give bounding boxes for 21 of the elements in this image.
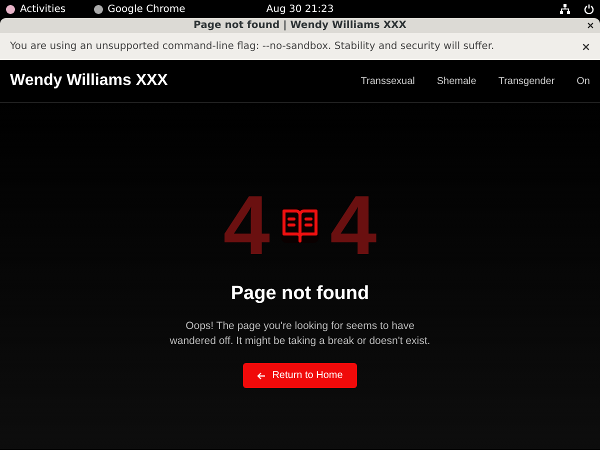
arrow-left-icon: [257, 372, 266, 380]
site-brand[interactable]: Wendy Williams XXX: [10, 72, 168, 90]
nav-link[interactable]: Shemale: [436, 76, 476, 86]
nav-link[interactable]: On: [576, 76, 590, 86]
error-heading: Page not found: [230, 283, 370, 305]
clock[interactable]: Aug 30 21:23: [266, 4, 334, 14]
infobar-message: You are using an unsupported command-line flag: --no-sandbox. Stability and security will suffer.: [10, 41, 494, 52]
power-icon[interactable]: [584, 4, 594, 14]
return-home-button[interactable]: Return to Home: [243, 363, 357, 388]
error-digit: 4: [330, 183, 377, 267]
activities-button[interactable]: Activities: [6, 4, 66, 14]
close-icon[interactable]: [582, 42, 590, 50]
close-icon[interactable]: [587, 22, 594, 29]
network-icon[interactable]: [560, 4, 570, 14]
nav-link[interactable]: Transsexual: [360, 76, 415, 86]
error-message: Oops! The page you're looking for seems to have wandered off. It might be taking a break or doesn't exist.: [168, 319, 432, 350]
book-icon: [281, 207, 319, 243]
app-menu[interactable]: Google Chrome: [94, 4, 186, 14]
error-digit: 4: [223, 183, 270, 267]
nav-link[interactable]: Transgender: [498, 76, 555, 86]
window-title: Page not found | Wendy Williams XXX: [194, 20, 406, 31]
